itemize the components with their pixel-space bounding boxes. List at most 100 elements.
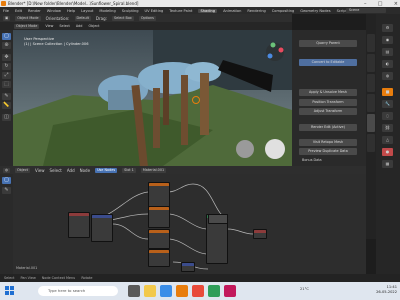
tab-addon[interactable] <box>367 114 375 132</box>
chrome-browser-icon[interactable] <box>192 285 204 297</box>
orientation-select[interactable]: Default <box>74 15 91 21</box>
menu-help[interactable]: Help <box>67 9 75 13</box>
material-select[interactable]: Material.001 <box>140 167 167 173</box>
scale-tool-icon[interactable]: ⤢ <box>2 72 11 79</box>
file-explorer-icon[interactable] <box>144 285 156 297</box>
tab-tool[interactable] <box>367 54 375 72</box>
minimize-icon[interactable]: – <box>364 1 367 7</box>
hdri-sphere-metal <box>236 140 254 158</box>
measure-tool-icon[interactable]: 📏 <box>2 102 11 109</box>
menu-select[interactable]: Select <box>59 24 69 28</box>
editor-type-button[interactable]: ▣ <box>3 15 11 21</box>
scene-render <box>13 30 292 166</box>
menu-object[interactable]: Object <box>88 24 99 28</box>
output-properties-icon[interactable]: ▤ <box>382 48 393 56</box>
app-icon-2[interactable] <box>224 285 236 297</box>
tab-modeling[interactable]: Modeling <box>99 9 115 13</box>
apply-unsolve-button[interactable]: Apply & Unsolve Mesh <box>299 89 357 96</box>
menu-window[interactable]: Window <box>47 9 61 13</box>
node-annotate-tool-icon[interactable]: ✎ <box>2 187 11 194</box>
physics-properties-icon[interactable]: ◌ <box>382 112 393 120</box>
maximize-icon[interactable]: □ <box>378 1 383 7</box>
bsdf-settings[interactable] <box>208 214 228 224</box>
menu-render[interactable]: Render <box>28 9 41 13</box>
data-properties-icon[interactable]: △ <box>382 136 393 144</box>
tab-item[interactable] <box>367 34 375 52</box>
node-menu-add[interactable]: Add <box>67 168 75 173</box>
close-icon[interactable]: × <box>394 1 398 7</box>
modifier-properties-icon[interactable]: 🔧 <box>382 100 393 108</box>
tab-edit[interactable] <box>367 134 375 152</box>
add-cube-tool-icon[interactable]: ◫ <box>2 114 11 121</box>
use-nodes-checkbox[interactable]: Use Nodes <box>95 167 118 173</box>
object-mode-select[interactable]: Object Mode <box>14 23 40 29</box>
tab-texture-paint[interactable]: Texture Paint <box>169 9 192 13</box>
position-transform-button[interactable]: Position Transform <box>299 99 357 106</box>
node-menu-view[interactable]: View <box>35 168 45 173</box>
object-properties-icon[interactable]: ■ <box>382 88 393 96</box>
node-menu-node[interactable]: Node <box>80 168 90 173</box>
node-select-tool-icon[interactable]: ▢ <box>2 177 11 184</box>
constraint-properties-icon[interactable]: ⛓ <box>382 124 393 132</box>
select-box-tool-icon[interactable]: ▢ <box>2 33 11 40</box>
weather-temp[interactable]: 21°C <box>300 287 309 291</box>
menu-bar: File Edit Render Window Help Layout Mode… <box>0 7 400 14</box>
app-icon[interactable] <box>208 285 220 297</box>
texture-properties-icon[interactable]: ▦ <box>382 160 393 168</box>
tab-create[interactable] <box>367 94 375 112</box>
annotate-tool-icon[interactable]: ✎ <box>2 93 11 100</box>
render-edit-button[interactable]: Render Edit (Active) <box>299 124 357 131</box>
windows-start-icon[interactable] <box>5 286 15 296</box>
mapping-node[interactable] <box>91 214 113 242</box>
menu-add[interactable]: Add <box>76 24 83 28</box>
drag-select[interactable]: Select Box <box>111 15 134 21</box>
tab-view[interactable] <box>367 74 375 92</box>
convert-editable-button[interactable]: Convert to Editable <box>299 59 357 66</box>
node-editor-type[interactable]: ◍ <box>3 167 10 173</box>
3d-viewport[interactable]: User Perspective (1) | Scene Collection … <box>13 30 292 166</box>
tab-uv-editing[interactable]: UV Editing <box>145 9 164 13</box>
preview-duplicate-button[interactable]: Preview Duplicate Data <box>299 148 357 155</box>
material-properties-icon[interactable]: ● <box>382 148 393 156</box>
tab-compositing[interactable]: Compositing <box>272 9 295 13</box>
tool-properties-icon[interactable]: ⚙ <box>382 24 393 32</box>
tab-geometry-nodes[interactable]: Geometry Nodes <box>300 9 330 13</box>
cursor-tool-icon[interactable]: ⊕ <box>2 42 11 49</box>
slot-select[interactable]: Slot 1 <box>122 167 136 173</box>
node-menu-select[interactable]: Select <box>50 168 62 173</box>
viewport-header: ▣ Object Mode Orientation: Default Drag:… <box>0 14 292 22</box>
move-tool-icon[interactable]: ✥ <box>2 54 11 61</box>
image-texture-node-3[interactable] <box>148 229 170 249</box>
taskbar-search-input[interactable]: Type here to search <box>38 286 118 296</box>
world-properties-icon[interactable]: ◍ <box>382 72 393 80</box>
visit-retopo-button[interactable]: Visit Retopo Mesh <box>299 139 357 146</box>
texture-coordinate-node[interactable] <box>68 212 90 238</box>
render-properties-icon[interactable]: ◉ <box>382 36 393 44</box>
tab-shading[interactable]: Shading <box>198 8 218 13</box>
tab-sculpting[interactable]: Sculpting <box>122 9 139 13</box>
image-texture-node-4[interactable] <box>148 249 170 267</box>
tab-animation[interactable]: Animation <box>223 9 241 13</box>
menu-view[interactable]: View <box>45 24 53 28</box>
quarry-parent-button[interactable]: Quarry Parent <box>299 40 357 47</box>
scene-properties-icon[interactable]: ◐ <box>382 60 393 68</box>
menu-edit[interactable]: Edit <box>15 9 22 13</box>
image-texture-node-2[interactable] <box>148 206 170 228</box>
material-output-node[interactable] <box>253 229 267 239</box>
scene-selector[interactable]: Scene <box>346 8 386 13</box>
rotate-tool-icon[interactable]: ↻ <box>2 63 11 70</box>
tab-layout[interactable]: Layout <box>81 9 93 13</box>
mode-select[interactable]: Object Mode <box>15 15 41 21</box>
edge-browser-icon[interactable] <box>160 285 172 297</box>
system-clock[interactable]: 11:41 26-05-2022 <box>376 285 397 295</box>
options-select[interactable]: Options <box>138 15 156 21</box>
node-editor-canvas[interactable]: Material.001 <box>13 174 366 274</box>
transform-tool-icon[interactable]: ⬚ <box>2 81 11 88</box>
tab-rendering[interactable]: Rendering <box>247 9 265 13</box>
blender-taskbar-icon[interactable] <box>176 285 188 297</box>
node-object-select[interactable]: Object <box>14 167 31 173</box>
menu-file[interactable]: File <box>3 9 9 13</box>
adjust-transform-button[interactable]: Adjust Transform <box>299 108 357 115</box>
task-view-icon[interactable] <box>128 285 140 297</box>
normal-map-node[interactable] <box>181 262 195 272</box>
